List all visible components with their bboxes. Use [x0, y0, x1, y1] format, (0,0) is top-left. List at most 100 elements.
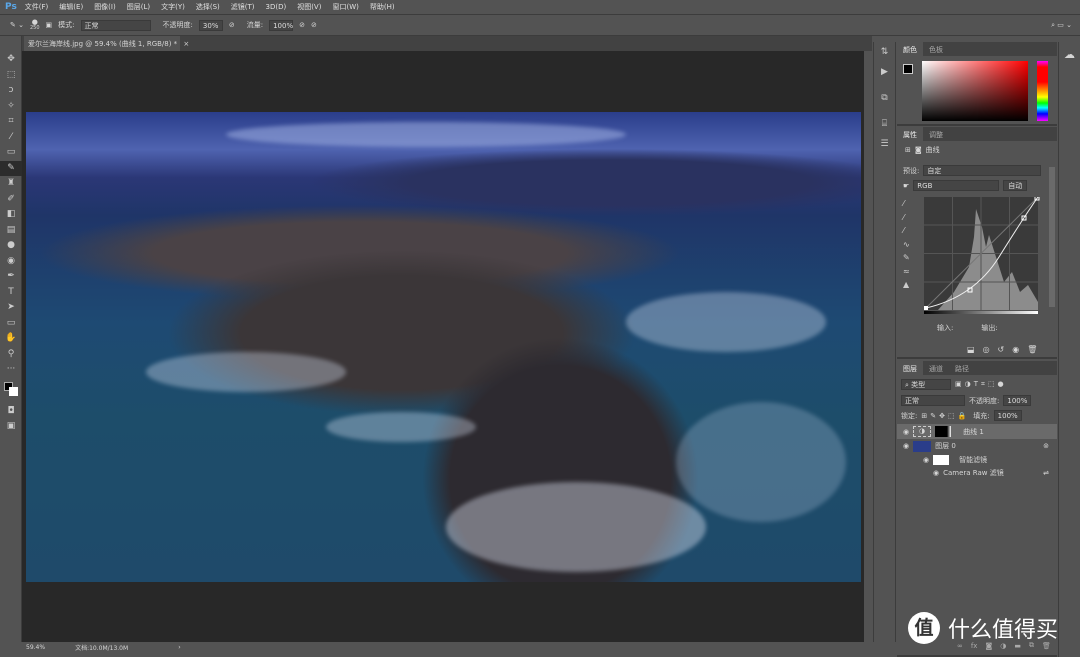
auto-button[interactable]: 自动: [1003, 180, 1028, 191]
status-menu-arrow[interactable]: ›: [178, 644, 180, 651]
menu-3d[interactable]: 3D(D): [266, 3, 287, 11]
white-point-eyedropper-icon[interactable]: ⁄: [903, 224, 915, 238]
screen-mode-icon[interactable]: ▣: [0, 419, 22, 435]
reset-icon[interactable]: ↺: [998, 345, 1005, 354]
menu-image[interactable]: 图像(I): [94, 2, 116, 12]
brush-preset-picker[interactable]: ● 250: [30, 19, 40, 32]
curve-point-tool-icon[interactable]: ∿: [903, 238, 915, 252]
color-picker-field[interactable]: [922, 61, 1028, 121]
marquee-tool-icon[interactable]: ⬚: [0, 68, 22, 84]
history-icon[interactable]: ⇅: [874, 42, 895, 62]
lock-icons[interactable]: ⊞✎✥⬚🔒: [921, 412, 969, 420]
filter-icons[interactable]: ▣◑T⌗⬚●: [955, 380, 1007, 389]
quick-select-tool-icon[interactable]: ✧: [0, 99, 22, 115]
menu-view[interactable]: 视图(V): [297, 2, 321, 12]
close-tab-icon[interactable]: ×: [183, 40, 189, 48]
layer-row[interactable]: ◉ 图层 0 ⊚: [897, 439, 1057, 453]
eyedropper-tool-icon[interactable]: ⁄: [0, 130, 22, 146]
menu-help[interactable]: 帮助(H): [370, 2, 395, 12]
layer-filter-select[interactable]: ⌕ 类型: [901, 379, 951, 390]
healing-tool-icon[interactable]: ▭: [0, 145, 22, 161]
tab-properties[interactable]: 属性: [897, 127, 923, 141]
visibility-icon[interactable]: ◉: [1012, 345, 1019, 354]
creative-cloud-icon[interactable]: ☁: [1059, 48, 1080, 61]
layer-row[interactable]: ◉ Camera Raw 滤镜 ⇌: [897, 467, 1057, 478]
dodge-tool-icon[interactable]: ◉: [0, 254, 22, 270]
preset-select[interactable]: 自定: [923, 165, 1042, 176]
type-tool-icon[interactable]: T: [0, 285, 22, 301]
mask-thumbnail[interactable]: [935, 426, 952, 437]
airbrush-icon[interactable]: ⊘: [299, 21, 305, 29]
tab-adjustments[interactable]: 调整: [923, 127, 949, 141]
clone-source-icon[interactable]: ⧉: [874, 88, 895, 108]
black-point-eyedropper-icon[interactable]: ⁄: [903, 197, 915, 211]
eye-icon[interactable]: ◉: [903, 442, 909, 450]
crop-tool-icon[interactable]: ⌗: [0, 114, 22, 130]
document-tab[interactable]: 爱尔兰海岸线.jpg @ 59.4% (曲线 1, RGB/8) * ×: [24, 36, 189, 51]
eraser-tool-icon[interactable]: ◧: [0, 207, 22, 223]
pressure-size-icon[interactable]: ⊘: [311, 21, 317, 29]
properties-scrollbar[interactable]: [1049, 167, 1055, 307]
actions-play-icon[interactable]: ▶: [874, 62, 895, 82]
flow-input[interactable]: 100%: [269, 19, 293, 31]
more-tools-icon[interactable]: ···: [0, 362, 22, 378]
hue-slider[interactable]: [1037, 61, 1048, 121]
move-tool-icon[interactable]: ✥: [0, 52, 22, 68]
lasso-tool-icon[interactable]: ↄ: [0, 83, 22, 99]
mode-select[interactable]: 正常: [80, 19, 151, 31]
foreground-background-color[interactable]: [0, 378, 22, 404]
filter-options-icon[interactable]: ⇌: [1043, 469, 1049, 477]
curve-point[interactable]: [924, 306, 928, 310]
layer-row[interactable]: ◉ 智能滤镜: [897, 453, 1057, 467]
brush-settings-icon[interactable]: ⌸: [874, 114, 895, 134]
menu-window[interactable]: 窗口(W): [332, 2, 358, 12]
menu-filter[interactable]: 滤镜(T): [231, 2, 255, 12]
clipping-warning-icon[interactable]: ▲: [903, 278, 915, 292]
tab-paths[interactable]: 路径: [949, 361, 975, 375]
blend-mode-select[interactable]: 正常: [901, 395, 965, 406]
path-select-tool-icon[interactable]: ➤: [0, 300, 22, 316]
stamp-tool-icon[interactable]: ♜: [0, 176, 22, 192]
channel-select[interactable]: RGB: [913, 180, 1000, 191]
menu-layer[interactable]: 图层(L): [127, 2, 150, 12]
shape-tool-icon[interactable]: ▭: [0, 316, 22, 332]
smooth-icon[interactable]: ≈: [903, 265, 915, 279]
opacity-input[interactable]: 30%: [198, 19, 223, 31]
brush-panel-icon[interactable]: ▣: [46, 21, 53, 29]
menu-edit[interactable]: 编辑(E): [59, 2, 83, 12]
mask-icon[interactable]: ◙: [915, 146, 922, 154]
tab-color[interactable]: 颜色: [897, 42, 923, 56]
menu-file[interactable]: 文件(F): [25, 2, 49, 12]
tab-swatches[interactable]: 色板: [923, 42, 949, 56]
foreground-swatch[interactable]: [903, 64, 913, 74]
hand-tool-icon[interactable]: ✋: [0, 331, 22, 347]
eye-icon[interactable]: ◉: [933, 469, 939, 477]
curves-graph[interactable]: [924, 197, 1042, 317]
eye-icon[interactable]: ◉: [923, 456, 929, 464]
quick-mask-icon[interactable]: ◘: [0, 404, 22, 420]
blur-tool-icon[interactable]: ●: [0, 238, 22, 254]
layer-row[interactable]: ◉ ◑ 曲线 1: [897, 424, 1057, 439]
history-brush-icon[interactable]: ✐: [0, 192, 22, 208]
pen-tool-icon[interactable]: ✒: [0, 269, 22, 285]
menu-select[interactable]: 选择(S): [196, 2, 220, 12]
gradient-tool-icon[interactable]: ▤: [0, 223, 22, 239]
fill-input[interactable]: 100%: [993, 410, 1022, 421]
menu-type[interactable]: 文字(Y): [161, 2, 185, 12]
brush-tool-icon[interactable]: ✎ ⌄: [10, 21, 24, 29]
target-adjust-icon[interactable]: ☛: [903, 182, 909, 190]
layer-opacity-input[interactable]: 100%: [1003, 395, 1032, 406]
zoom-tool-icon[interactable]: ⚲: [0, 347, 22, 363]
search-icon[interactable]: ⌕ ▭ ⌄: [1051, 21, 1072, 30]
eye-icon[interactable]: ◉: [903, 428, 909, 436]
document-image[interactable]: [26, 112, 861, 582]
gray-point-eyedropper-icon[interactable]: ⁄: [903, 211, 915, 225]
pencil-draw-icon[interactable]: ✎: [903, 251, 915, 265]
tab-channels[interactable]: 通道: [923, 361, 949, 375]
filter-mask-thumbnail[interactable]: [933, 455, 950, 465]
delete-icon[interactable]: 🗑: [1027, 345, 1037, 354]
brush-tool-icon[interactable]: ✎: [0, 160, 22, 176]
tab-layers[interactable]: 图层: [897, 361, 923, 375]
zoom-level[interactable]: 59.4%: [26, 644, 45, 651]
pressure-opacity-icon[interactable]: ⊘: [229, 21, 235, 29]
